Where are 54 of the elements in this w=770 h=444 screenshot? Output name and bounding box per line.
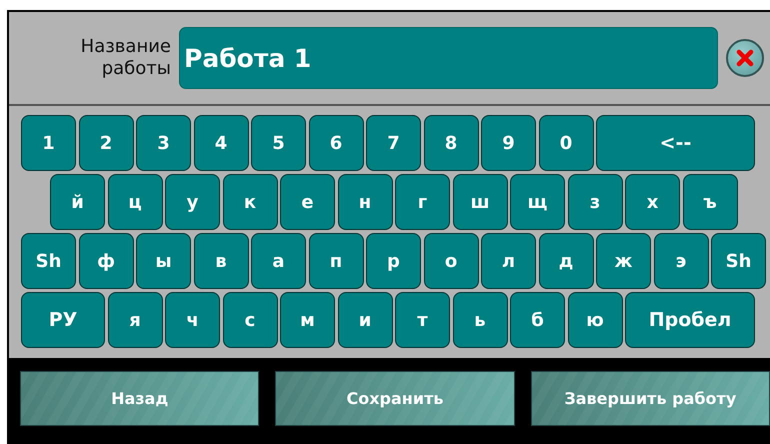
keyboard-key[interactable]: ь [452,292,508,348]
keyboard-key[interactable]: ц [108,174,162,230]
clear-button[interactable] [726,39,764,77]
action-button[interactable]: Завершить работу [530,370,770,426]
keyboard-key[interactable]: щ [510,174,565,230]
keyboard-key[interactable]: 3 [136,115,191,171]
keyboard-key[interactable]: ж [596,233,651,289]
keyboard-key[interactable]: 7 [366,115,421,171]
keyboard-key[interactable]: 9 [481,115,536,171]
keyboard-key[interactable]: Sh [21,233,76,289]
keyboard-key[interactable]: е [280,174,335,230]
keyboard-key[interactable]: м [280,292,335,348]
keyboard-key[interactable]: 6 [308,115,364,171]
keyboard-key[interactable]: ы [136,233,191,289]
keyboard-key[interactable]: Пробел [625,292,755,348]
keyboard-key[interactable]: б [510,292,565,348]
keyboard-key[interactable]: н [338,174,392,230]
keyboard-key[interactable]: 2 [78,115,134,171]
keyboard-key[interactable]: у [165,174,220,230]
keyboard-key[interactable]: Sh [711,233,766,289]
keyboard-key[interactable]: ю [568,292,622,348]
keyboard-key[interactable]: 8 [424,115,478,171]
action-button[interactable]: Назад [20,370,260,426]
keyboard-key[interactable]: л [481,233,536,289]
keyboard-key[interactable]: г [395,174,450,230]
keyboard-key[interactable]: <-- [596,115,755,171]
keyboard-key[interactable]: с [222,292,278,348]
keyboard-key[interactable]: 4 [194,115,248,171]
keyboard-key[interactable]: й [50,174,105,230]
keyboard-key[interactable]: 1 [21,115,76,171]
keyboard-key[interactable]: я [108,292,162,348]
keyboard-key[interactable]: в [194,233,248,289]
keyboard-key[interactable]: ф [78,233,134,289]
keyboard-key[interactable]: з [568,174,622,230]
keyboard-key[interactable]: д [538,233,594,289]
keyboard-key[interactable]: РУ [21,292,105,348]
keyboard-key[interactable]: ч [165,292,220,348]
name-input-field[interactable]: Работа 1 [179,27,718,89]
keyboard-key[interactable]: о [424,233,478,289]
keyboard-key[interactable]: 0 [538,115,594,171]
keyboard-key[interactable]: р [366,233,421,289]
keyboard-key[interactable]: к [222,174,278,230]
action-button[interactable]: Сохранить [275,370,515,426]
keyboard-key[interactable]: 5 [251,115,306,171]
keyboard-key[interactable]: х [625,174,680,230]
keyboard-key[interactable]: т [395,292,450,348]
field-label: Название работы [80,36,171,80]
keyboard-key[interactable]: п [308,233,364,289]
keyboard-key[interactable]: и [338,292,392,348]
keyboard-key[interactable]: ъ [682,174,738,230]
close-icon [735,48,755,68]
keyboard-key[interactable]: а [251,233,306,289]
keyboard-key[interactable]: э [654,233,708,289]
keyboard-key[interactable]: ш [452,174,508,230]
